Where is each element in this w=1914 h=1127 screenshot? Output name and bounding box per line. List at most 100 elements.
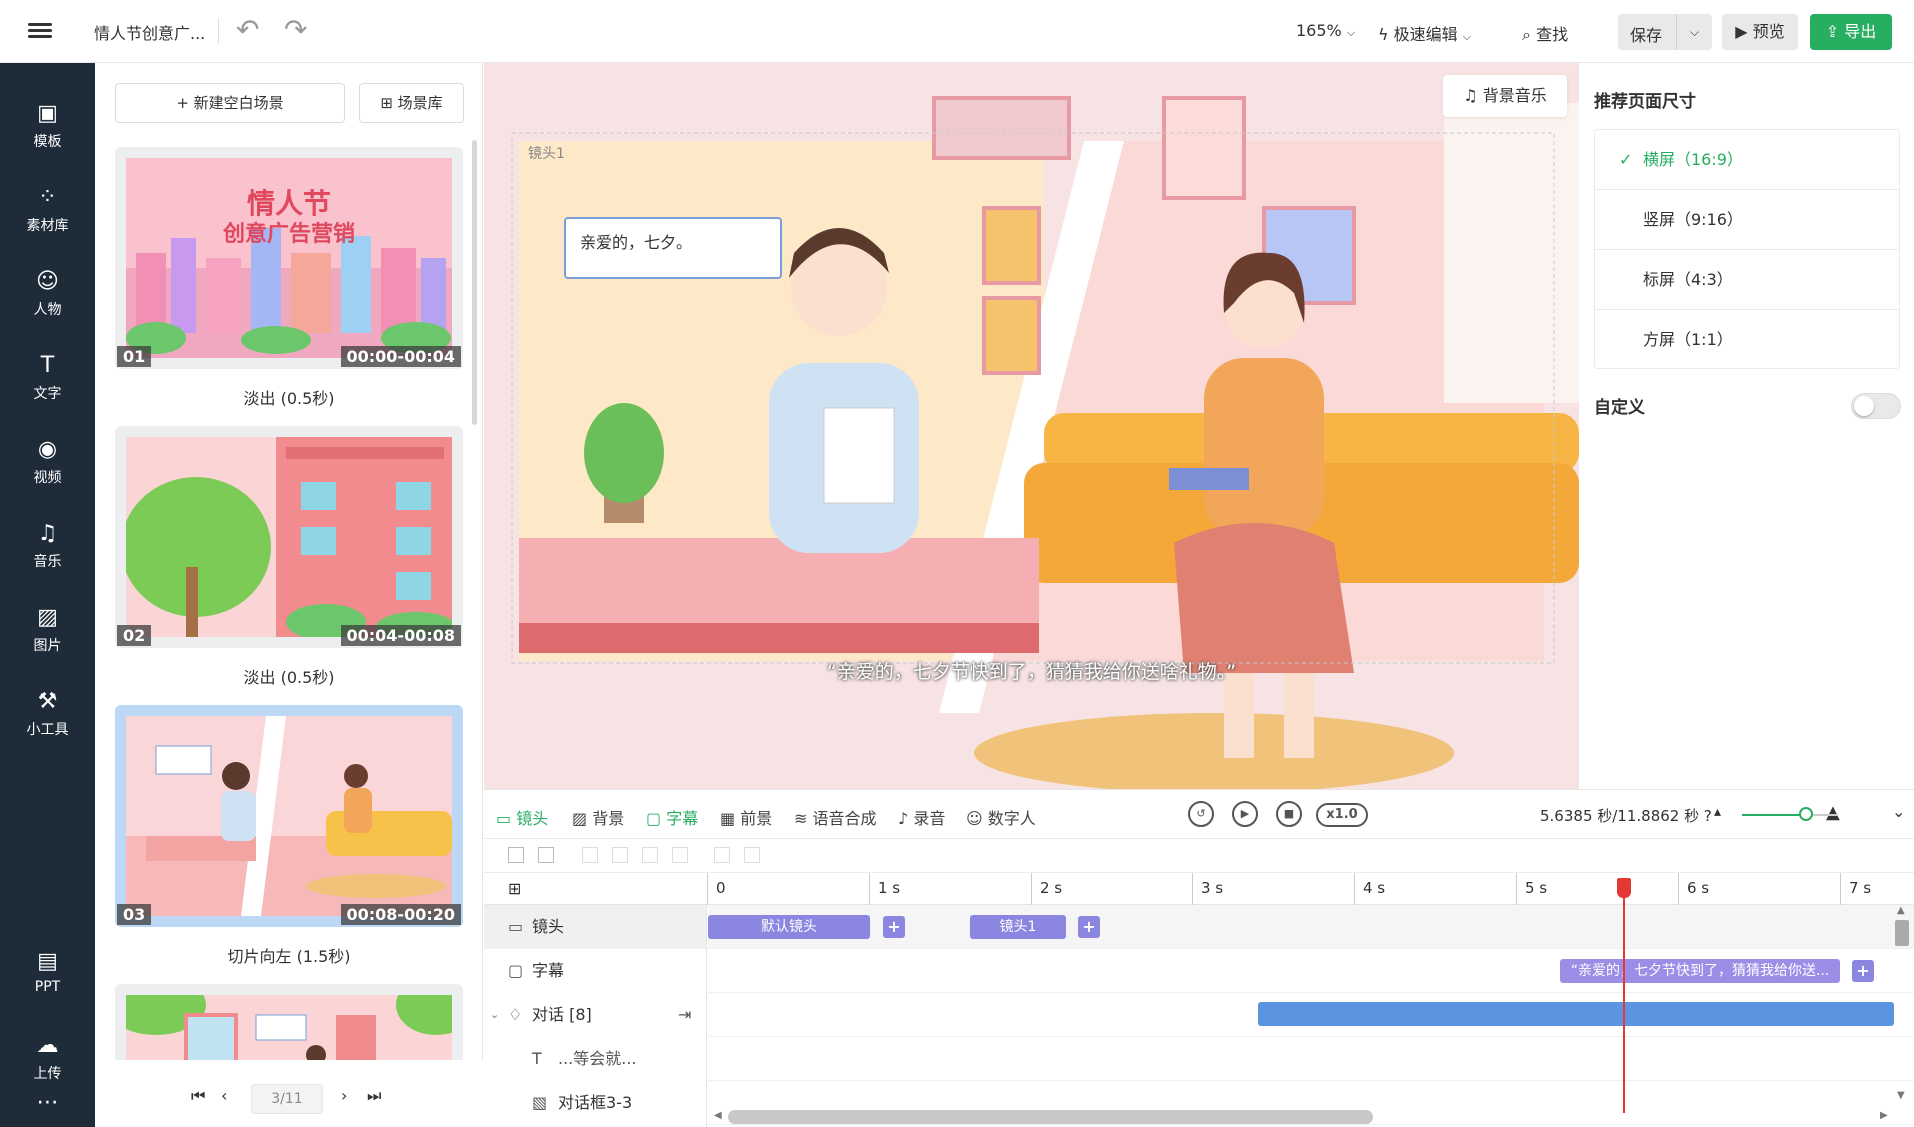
- save-options-chevron-icon[interactable]: ⌵: [1676, 14, 1712, 50]
- nav-template[interactable]: ▣ 模板: [0, 93, 95, 163]
- tab-subtitle[interactable]: ▢ 字幕: [646, 805, 698, 829]
- group-icon[interactable]: [714, 847, 730, 863]
- align-right-icon[interactable]: [642, 847, 658, 863]
- clip-shot1[interactable]: 镜头1: [970, 915, 1066, 939]
- export-button[interactable]: ⇪ 导出: [1810, 14, 1892, 50]
- layer-icon[interactable]: [538, 847, 554, 863]
- timeline-vertical-scrollbar[interactable]: [1895, 920, 1909, 946]
- nav-upload[interactable]: ☁ 上传: [0, 1025, 95, 1095]
- new-blank-scene-button[interactable]: + 新建空白场景: [115, 83, 345, 123]
- undo-icon[interactable]: ↶: [236, 16, 259, 44]
- scene-time: 00:00-00:04: [340, 346, 461, 367]
- preview-button[interactable]: ▶ 预览: [1722, 14, 1798, 50]
- track-settings-icon[interactable]: ⊞: [508, 879, 521, 898]
- clip-dialog[interactable]: [1258, 1002, 1894, 1026]
- tab-shot[interactable]: ▭ 镜头: [496, 805, 548, 829]
- track-label-textbox[interactable]: T ...等会就...: [484, 1037, 706, 1081]
- add-shot-button[interactable]: +: [1078, 916, 1100, 938]
- last-page-icon[interactable]: ⏭: [367, 1086, 381, 1106]
- page-input[interactable]: 3/11: [251, 1084, 323, 1114]
- nav-image[interactable]: ▨ 图片: [0, 597, 95, 667]
- nav-ppt[interactable]: ▤ PPT: [0, 941, 95, 1011]
- track-label-dialog-box[interactable]: ▧ 对话框3-3: [484, 1081, 706, 1125]
- align-center-icon[interactable]: [612, 847, 628, 863]
- nav-music[interactable]: ♫ 音乐: [0, 513, 95, 583]
- filter-icon[interactable]: [508, 847, 524, 863]
- scene-number: 03: [117, 904, 152, 925]
- nav-tools[interactable]: ⚒ 小工具: [0, 681, 95, 751]
- zoom-dropdown[interactable]: 165% ⌵: [1296, 21, 1355, 40]
- ungroup-icon[interactable]: [744, 847, 760, 863]
- redo-icon[interactable]: ↷: [284, 16, 307, 44]
- size-option-standard[interactable]: 标屏（4:3）: [1595, 250, 1899, 310]
- zoom-slider-knob[interactable]: [1799, 807, 1813, 821]
- expand-chevron-icon[interactable]: ⌄: [490, 993, 499, 1037]
- more-icon[interactable]: ⋯: [0, 1092, 95, 1117]
- video-icon: ◉: [37, 437, 58, 462]
- prev-page-icon[interactable]: ‹: [221, 1086, 227, 1105]
- document-title[interactable]: 情人节创意广...: [94, 20, 205, 44]
- playhead[interactable]: [1623, 878, 1625, 1113]
- hamburger-menu-icon[interactable]: [28, 20, 52, 42]
- nav-assets[interactable]: ⁘ 素材库: [0, 177, 95, 247]
- track-label-text: 对话 [8]: [532, 1005, 592, 1024]
- play-icon[interactable]: ▶: [1232, 801, 1258, 827]
- playhead-handle[interactable]: [1617, 878, 1631, 898]
- nav-video[interactable]: ◉ 视频: [0, 429, 95, 499]
- zoom-out-mountain-icon[interactable]: ▴: [1714, 804, 1721, 820]
- custom-size-toggle[interactable]: [1851, 393, 1901, 419]
- track-label-shot[interactable]: ▭ 镜头: [484, 905, 706, 949]
- add-subtitle-button[interactable]: +: [1852, 960, 1874, 982]
- tab-digital-human[interactable]: ☺ 数字人: [966, 805, 1036, 829]
- scroll-left-icon[interactable]: ◀: [714, 1110, 722, 1121]
- timeline-horizontal-scrollbar[interactable]: [728, 1110, 1373, 1124]
- dialog-icon: ♢: [508, 1005, 523, 1024]
- nav-person[interactable]: ☺ 人物: [0, 261, 95, 331]
- stop-icon[interactable]: ■: [1276, 801, 1302, 827]
- scroll-right-icon[interactable]: ▶: [1880, 1110, 1888, 1121]
- timeline-ruler[interactable]: ⊞ 0 1 s 2 s 3 s 4 s 5 s 6 s 7 s: [484, 873, 1914, 905]
- scroll-up-icon[interactable]: ▲: [1897, 905, 1905, 916]
- speed-button[interactable]: x1.0: [1316, 803, 1368, 827]
- tab-foreground[interactable]: ▦ 前景: [720, 805, 772, 829]
- zoom-in-mountain-icon[interactable]: ▲: [1826, 802, 1840, 823]
- add-shot-button[interactable]: +: [883, 916, 905, 938]
- scene-transition[interactable]: 切片向左 (1.5秒): [115, 943, 463, 967]
- nav-text[interactable]: T 文字: [0, 345, 95, 415]
- scene-transition[interactable]: 淡出 (0.5秒): [115, 664, 463, 688]
- find-button[interactable]: ⌕ 查找: [1522, 21, 1568, 45]
- edit-mode-dropdown[interactable]: ϟ 极速编辑 ⌵: [1378, 21, 1471, 45]
- nav-label: 人物: [33, 302, 62, 318]
- distribute-icon[interactable]: [672, 847, 688, 863]
- scene-card-02[interactable]: 02 00:04-00:08: [115, 426, 463, 648]
- track-label-subtitle[interactable]: ▢ 字幕: [484, 949, 706, 993]
- size-option-label: 方屏（1:1）: [1643, 330, 1733, 349]
- size-option-square[interactable]: 方屏（1:1）: [1595, 310, 1899, 370]
- scene-card-03[interactable]: 03 00:08-00:20: [115, 705, 463, 927]
- scroll-down-icon[interactable]: ▼: [1897, 1090, 1905, 1101]
- clip-subtitle[interactable]: “亲爱的，七夕节快到了，猜猜我给你送...: [1560, 959, 1840, 983]
- next-page-icon[interactable]: ›: [341, 1086, 347, 1105]
- scene-library-button[interactable]: ⊞ 场景库: [359, 83, 464, 123]
- collapse-chevron-icon[interactable]: ⌄: [1892, 802, 1905, 821]
- speech-bubble[interactable]: 亲爱的，七夕。: [564, 217, 782, 279]
- scene-card-01[interactable]: 情人节 创意广告营销 01 00:00-00:04: [115, 147, 463, 369]
- tab-background[interactable]: ▨ 背景: [572, 805, 624, 829]
- save-button[interactable]: 保存: [1630, 22, 1662, 46]
- clip-default-shot[interactable]: 默认镜头: [708, 915, 870, 939]
- align-left-icon[interactable]: [582, 847, 598, 863]
- tab-tts[interactable]: ≋ 语音合成: [794, 805, 877, 829]
- track-label-dialog[interactable]: ⌄ ♢ 对话 [8] ⇥: [484, 993, 706, 1037]
- music-note-icon: ♫: [1463, 86, 1478, 105]
- first-page-icon[interactable]: ⏮: [191, 1086, 205, 1106]
- subtitle-overlay[interactable]: “亲爱的，七夕节快到了，猜猜我给你送啥礼物。”: [484, 657, 1579, 684]
- tab-record[interactable]: ♪ 录音: [898, 805, 945, 829]
- background-music-button[interactable]: ♫ 背景音乐: [1443, 75, 1567, 117]
- replay-icon[interactable]: ↺: [1188, 801, 1214, 827]
- size-option-portrait[interactable]: 竖屏（9:16）: [1595, 190, 1899, 250]
- size-option-landscape[interactable]: ✓ 横屏（16:9）: [1595, 130, 1899, 190]
- scene-list-scrollbar[interactable]: [472, 140, 477, 425]
- scene-transition[interactable]: 淡出 (0.5秒): [115, 385, 463, 409]
- enter-group-icon[interactable]: ⇥: [678, 993, 691, 1037]
- help-icon[interactable]: ?: [1704, 807, 1712, 825]
